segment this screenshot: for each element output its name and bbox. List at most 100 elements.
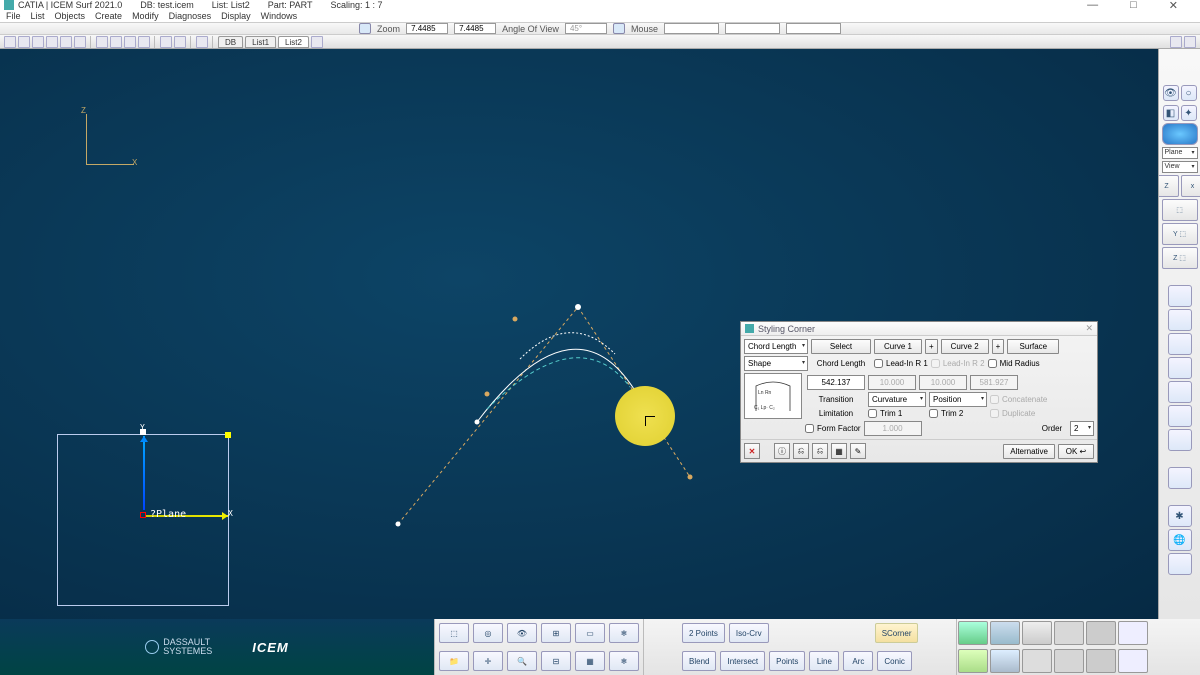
dialog-close-icon[interactable]: ✕ — [1085, 323, 1093, 334]
zoom-field-1[interactable]: 7.4485 — [406, 23, 448, 34]
palette-7[interactable] — [958, 649, 988, 673]
zoom-field-2[interactable]: 7.4485 — [454, 23, 496, 34]
viewport-3d[interactable]: Z X ?Plane Y X Styling Corner ✕ — [0, 49, 1158, 619]
palette-12[interactable] — [1118, 649, 1148, 673]
bb-12[interactable]: ❄ — [609, 651, 639, 671]
menu-modify[interactable]: Modify — [132, 11, 159, 21]
rt-light-icon[interactable]: ✦ — [1181, 105, 1197, 121]
tb-btn-1[interactable] — [4, 36, 16, 48]
palette-9[interactable] — [1022, 649, 1052, 673]
bb-2points[interactable]: 2 Points — [682, 623, 725, 643]
bb-1[interactable]: ⬚ — [439, 623, 469, 643]
bb-4[interactable]: ⊞ — [541, 623, 571, 643]
bb-8[interactable]: ✛ — [473, 651, 503, 671]
dlg-trim1-chk[interactable]: Trim 1 — [868, 409, 926, 418]
dlg-foot-btn-1[interactable]: ⓘ — [774, 443, 790, 459]
tb-btn-13[interactable] — [196, 36, 208, 48]
bb-7[interactable]: 📁 — [439, 651, 469, 671]
rt-tool-1[interactable] — [1168, 285, 1192, 307]
dlg-form-factor-chk[interactable]: Form Factor — [805, 424, 861, 433]
rt-tool-4[interactable] — [1168, 357, 1192, 379]
tb-btn-10[interactable] — [138, 36, 150, 48]
tb-tab-add[interactable] — [311, 36, 323, 48]
dlg-trim2-chk[interactable]: Trim 2 — [929, 409, 987, 418]
palette-8[interactable] — [990, 649, 1020, 673]
tb-btn-11[interactable] — [160, 36, 172, 48]
menu-objects[interactable]: Objects — [55, 11, 86, 21]
rt-tool-6[interactable] — [1168, 405, 1192, 427]
dlg-foot-btn-2[interactable]: ⎌ — [793, 443, 809, 459]
menu-diagnoses[interactable]: Diagnoses — [169, 11, 212, 21]
dlg-curvature-sel[interactable]: Curvature — [868, 392, 926, 407]
mouse-field-y[interactable] — [725, 23, 780, 34]
tb-end-2[interactable] — [1184, 36, 1196, 48]
plane-widget[interactable]: ?Plane Y X — [57, 434, 229, 606]
tb-btn-3[interactable] — [32, 36, 44, 48]
rt-z-btn[interactable]: Z — [1158, 175, 1179, 197]
rt-x-btn[interactable]: x — [1181, 175, 1200, 197]
tab-db[interactable]: DB — [218, 36, 243, 48]
rt-render-btn[interactable] — [1162, 123, 1198, 145]
rt-tool-5[interactable] — [1168, 381, 1192, 403]
bb-scorner[interactable]: SCorner — [875, 623, 919, 643]
zoom-icon[interactable] — [359, 23, 371, 34]
rt-tool-11[interactable] — [1168, 553, 1192, 575]
tb-btn-2[interactable] — [18, 36, 30, 48]
mouse-field-z[interactable] — [786, 23, 841, 34]
mouse-field-x[interactable] — [664, 23, 719, 34]
plane-y-axis[interactable] — [143, 436, 145, 510]
bb-10[interactable]: ⊟ — [541, 651, 571, 671]
bb-5[interactable]: ▭ — [575, 623, 605, 643]
dlg-cancel-btn[interactable]: ✕ — [744, 443, 760, 459]
rt-view-drop[interactable]: View — [1162, 161, 1198, 173]
dlg-select-btn[interactable]: Select — [811, 339, 871, 354]
bb-intersect[interactable]: Intersect — [720, 651, 765, 671]
rt-tool-3[interactable] — [1168, 333, 1192, 355]
menu-display[interactable]: Display — [221, 11, 251, 21]
tab-list1[interactable]: List1 — [245, 36, 276, 48]
dlg-lead-in-r1-chk[interactable]: Lead-In R 1 — [874, 359, 928, 368]
dlg-chord-select[interactable]: Chord Length — [744, 339, 808, 354]
rt-plane-drop[interactable]: Plane — [1162, 147, 1198, 159]
rt-bulb-icon[interactable]: ○ — [1181, 85, 1197, 101]
palette-11[interactable] — [1086, 649, 1116, 673]
palette-5[interactable] — [1086, 621, 1116, 645]
dlg-foot-btn-5[interactable]: ✎ — [850, 443, 866, 459]
rt-tool-8[interactable] — [1168, 467, 1192, 489]
bb-points[interactable]: Points — [769, 651, 805, 671]
bb-arc[interactable]: Arc — [843, 651, 873, 671]
bb-line[interactable]: Line — [809, 651, 839, 671]
dlg-foot-btn-3[interactable]: ⎌ — [812, 443, 828, 459]
tb-btn-8[interactable] — [110, 36, 122, 48]
palette-3[interactable] — [1022, 621, 1052, 645]
palette-6[interactable] — [1118, 621, 1148, 645]
bb-6[interactable]: ❄ — [609, 623, 639, 643]
tb-btn-5[interactable] — [60, 36, 72, 48]
tb-btn-12[interactable] — [174, 36, 186, 48]
rt-tool-7[interactable] — [1168, 429, 1192, 451]
rt-tool-10[interactable]: 🌐 — [1168, 529, 1192, 551]
rt-eye-icon[interactable]: 👁 — [1163, 85, 1179, 101]
palette-4[interactable] — [1054, 621, 1084, 645]
dlg-foot-btn-4[interactable]: ▦ — [831, 443, 847, 459]
styling-corner-dialog[interactable]: Styling Corner ✕ Chord Length Select Cur… — [740, 321, 1098, 463]
dlg-shape-select[interactable]: Shape — [744, 356, 808, 371]
dialog-titlebar[interactable]: Styling Corner ✕ — [741, 322, 1097, 336]
dlg-mid-radius-chk[interactable]: Mid Radius — [988, 359, 1040, 368]
dlg-order-sel[interactable]: 2 — [1070, 421, 1094, 436]
tab-list2[interactable]: List2 — [278, 36, 309, 48]
rt-tool-9[interactable]: ✱ — [1168, 505, 1192, 527]
dlg-curve1-plus[interactable]: + — [925, 339, 938, 354]
rt-cube-icon[interactable]: ◧ — [1163, 105, 1179, 121]
bb-9[interactable]: 🔍 — [507, 651, 537, 671]
bb-2[interactable]: ◎ — [473, 623, 503, 643]
dlg-ok-btn[interactable]: OK ↩ — [1058, 444, 1094, 459]
plane-handle-corner[interactable] — [225, 432, 231, 438]
tb-btn-6[interactable] — [74, 36, 86, 48]
tb-end-1[interactable] — [1170, 36, 1182, 48]
rt-view-3[interactable]: Z ⬚ — [1162, 247, 1198, 269]
bb-conic[interactable]: Conic — [877, 651, 911, 671]
rt-view-2[interactable]: Y ⬚ — [1162, 223, 1198, 245]
angle-field[interactable]: 45° — [565, 23, 607, 34]
menu-windows[interactable]: Windows — [261, 11, 298, 21]
